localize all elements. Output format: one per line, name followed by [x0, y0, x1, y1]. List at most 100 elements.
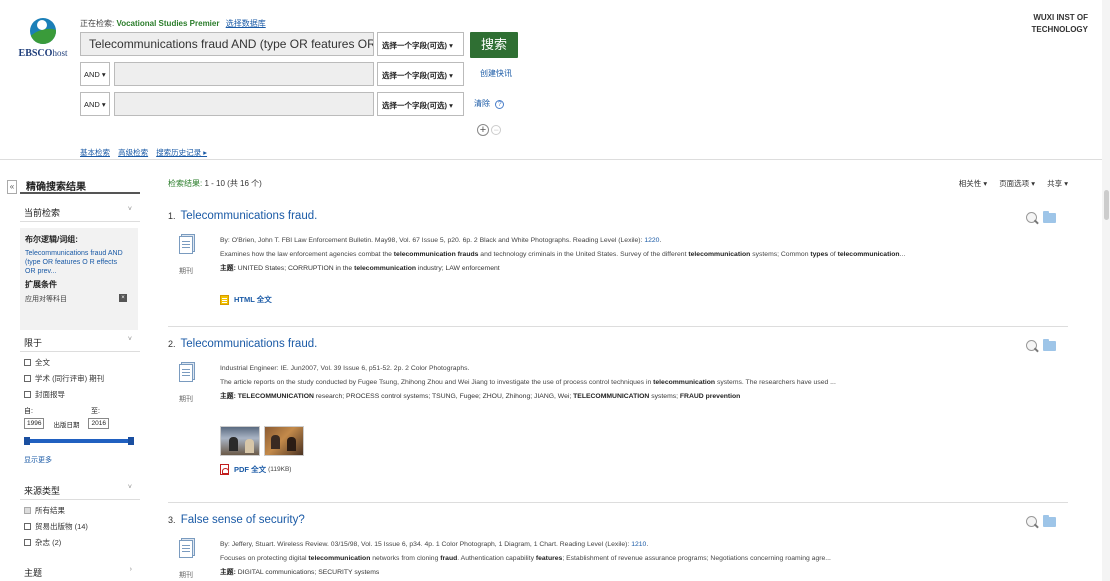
slider-track — [24, 439, 132, 443]
add-row-icon[interactable]: + — [477, 124, 489, 136]
field-select-3[interactable]: 选择一个字段(可选) ▾ — [377, 92, 464, 116]
limit-peer-reviewed[interactable]: 学术 (同行评审) 期刊 — [24, 373, 136, 384]
record-title-link[interactable]: Telecommunications fraud. — [181, 210, 318, 222]
current-query-link[interactable]: Telecommunications fraud AND (type OR fe… — [25, 249, 125, 276]
record-thumbnails — [220, 426, 308, 456]
periodical-icon[interactable] — [179, 538, 195, 558]
to-year-input[interactable]: 2016 — [88, 418, 109, 429]
subject-head[interactable]: 主题 › — [20, 562, 140, 581]
refine-title: 精确搜索结果 — [20, 172, 140, 194]
lexile-link[interactable]: 1220 — [644, 237, 659, 244]
record-number: 3. — [168, 515, 176, 525]
search-mode-links: 基本检索 高级检索 搜索历史记录 ▸ — [80, 147, 213, 158]
logo-suffix: host — [52, 48, 68, 58]
result-record: 3. False sense of security? 期刊 By: Jeffe… — [168, 514, 1068, 581]
date-range-labels: 自: 至: — [24, 408, 100, 415]
choose-database-link[interactable]: 选择数据库 — [226, 19, 266, 28]
sort-relevance-dropdown[interactable]: 相关性 ▾ — [959, 179, 987, 188]
result-record: 2. Telecommunications fraud. 期刊 Industri… — [168, 338, 1068, 498]
checkbox[interactable] — [24, 391, 31, 398]
from-year-input[interactable]: 1996 — [24, 418, 45, 429]
record-title-link[interactable]: False sense of security? — [181, 514, 305, 526]
scrollbar-thumb[interactable] — [1104, 190, 1109, 220]
clear-link[interactable]: 清除 — [474, 99, 490, 108]
remove-expander-icon[interactable]: × — [119, 294, 127, 302]
preview-icon[interactable] — [1026, 516, 1037, 527]
preview-icon[interactable] — [1026, 212, 1037, 223]
chevron-down-icon: ˅ — [127, 484, 132, 491]
checkbox[interactable] — [24, 507, 31, 514]
ebsco-globe-icon — [30, 18, 56, 44]
periodical-icon[interactable] — [179, 234, 195, 254]
record-actions — [1026, 514, 1056, 527]
source-type-head[interactable]: 来源类型 ˅ — [20, 480, 140, 500]
add-to-folder-icon[interactable] — [1043, 338, 1056, 351]
slider-handle-end[interactable] — [128, 437, 134, 445]
periodical-icon[interactable] — [179, 362, 195, 382]
pdf-file-size: (119KB) — [268, 466, 292, 473]
limit-head[interactable]: 限于 ˅ — [20, 332, 140, 352]
show-more-link[interactable]: 显示更多 — [24, 455, 136, 465]
refine-sidebar: 精确搜索结果 当前检索 ˅ 布尔逻辑/词组: Telecommunication… — [20, 172, 140, 581]
page-options-dropdown[interactable]: 页面选项 ▾ — [999, 179, 1035, 188]
search-button[interactable]: 搜索 — [470, 32, 518, 58]
limit-cover-story[interactable]: 封面报导 — [24, 389, 136, 400]
checkbox[interactable] — [24, 359, 31, 366]
record-details: Industrial Engineer: IE. Jun2007, Vol. 3… — [220, 362, 1066, 404]
search-input-3[interactable] — [114, 92, 374, 116]
ebsco-logo[interactable]: EBSCOhost — [18, 18, 68, 59]
help-icon[interactable]: ? — [495, 100, 505, 109]
publication-type: 期刊 — [179, 268, 193, 275]
source-trade[interactable]: 贸易出版物 (14) — [24, 521, 136, 532]
preview-icon[interactable] — [1026, 340, 1037, 351]
source-all[interactable]: 所有结果 — [24, 505, 136, 516]
publication-type: 期刊 — [179, 396, 193, 403]
field-select-1[interactable]: 选择一个字段(可选) ▾ — [377, 32, 464, 56]
current-search-section: 当前检索 ˅ 布尔逻辑/词组: Telecommunications fraud… — [20, 202, 140, 330]
advanced-search-link[interactable]: 高级检索 — [118, 148, 148, 157]
remove-row-icon[interactable]: − — [491, 125, 502, 135]
checkbox[interactable] — [24, 539, 31, 546]
checkbox[interactable] — [24, 375, 31, 382]
search-input-1[interactable]: Telecommunications fraud AND (type OR fe… — [80, 32, 374, 56]
clear-group: 清除 ? — [474, 98, 505, 109]
current-search-head[interactable]: 当前检索 ˅ — [20, 202, 140, 222]
photo-thumbnail[interactable] — [220, 426, 260, 456]
record-actions — [1026, 338, 1056, 351]
searching-label: 正在检索: — [80, 19, 115, 28]
collapse-sidebar-button[interactable]: « — [7, 180, 17, 194]
limit-section: 限于 ˅ 全文 学术 (同行评审) 期刊 封面报导 自: 至: 1996 出版日… — [20, 332, 140, 465]
field-select-2[interactable]: 选择一个字段(可选) ▾ — [377, 62, 464, 86]
boolean-label: 布尔逻辑/词组: — [25, 235, 78, 244]
date-range-row: 1996 出版日期 2016 — [24, 418, 136, 429]
date-slider[interactable] — [24, 437, 136, 445]
create-alert-link[interactable]: 创建快讯 — [480, 68, 512, 79]
record-details: By: Jeffery, Stuart. Wireless Review. 03… — [220, 538, 1066, 580]
bool-select-3[interactable]: AND ▾ — [80, 92, 110, 116]
pdf-fulltext-link[interactable]: PDF 全文 (119KB) — [220, 464, 291, 475]
limit-fulltext[interactable]: 全文 — [24, 357, 136, 368]
chevron-right-icon: › — [129, 566, 132, 573]
search-input-2[interactable] — [114, 62, 374, 86]
search-history-link[interactable]: 搜索历史记录 ▸ — [156, 148, 207, 157]
slider-handle-start[interactable] — [24, 437, 30, 445]
row-add-remove: + − — [477, 124, 502, 136]
logo-brand: EBSCO — [18, 48, 53, 59]
photo-thumbnail[interactable] — [264, 426, 304, 456]
add-to-folder-icon[interactable] — [1043, 210, 1056, 223]
results-toolbar: 相关性 ▾ 页面选项 ▾ 共享 ▾ — [949, 178, 1068, 189]
basic-search-link[interactable]: 基本检索 — [80, 148, 110, 157]
checkbox[interactable] — [24, 523, 31, 530]
page-scrollbar[interactable] — [1102, 0, 1110, 581]
share-dropdown[interactable]: 共享 ▾ — [1047, 179, 1068, 188]
lexile-link[interactable]: 1210 — [631, 541, 646, 548]
record-details: By: O'Brien, John T. FBI Law Enforcement… — [220, 234, 1066, 276]
bool-select-2[interactable]: AND ▾ — [80, 62, 110, 86]
record-title-link[interactable]: Telecommunications fraud. — [181, 338, 318, 350]
add-to-folder-icon[interactable] — [1043, 514, 1056, 527]
publication-type: 期刊 — [179, 572, 193, 579]
pub-date-label: 出版日期 — [53, 421, 80, 429]
source-magazines[interactable]: 杂志 (2) — [24, 537, 136, 548]
record-abstract: The article reports on the study conduct… — [220, 379, 836, 386]
html-fulltext-link[interactable]: HTML 全文 — [220, 294, 272, 305]
